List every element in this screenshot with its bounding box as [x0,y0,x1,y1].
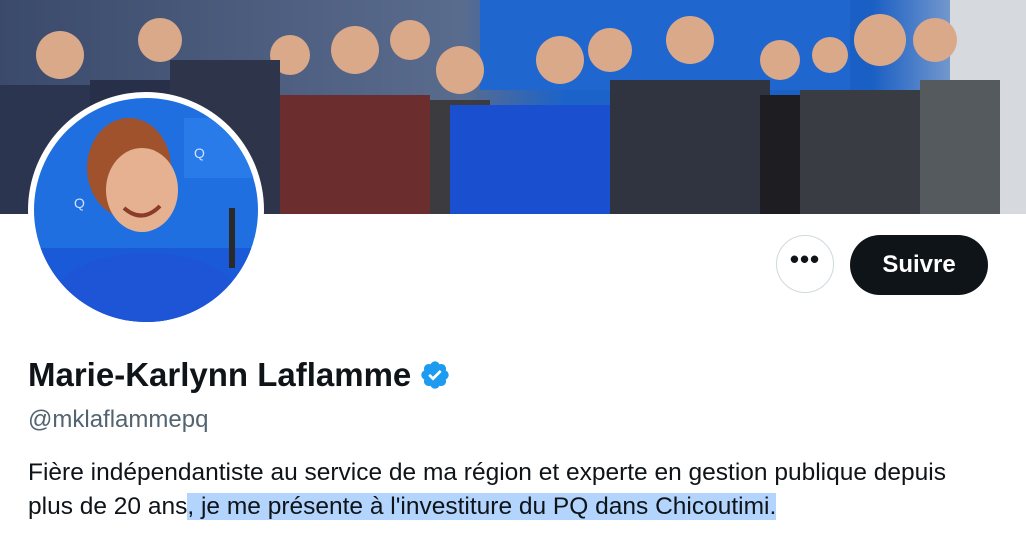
bio-selected-text: , je me présente à l'investiture du PQ d… [187,493,777,520]
avatar-frame[interactable]: Q Q [28,92,264,328]
more-icon: ••• [789,244,821,274]
follow-button[interactable]: Suivre [850,235,988,295]
profile-bio: Fière indépendantiste au service de ma r… [28,456,988,524]
svg-text:Q: Q [74,195,85,211]
more-options-button[interactable]: ••• [776,235,834,293]
profile-name-row: Marie-Karlynn Laflamme [28,356,451,394]
profile-handle: @mklaflammepq [28,406,209,433]
avatar-image: Q Q [34,98,258,322]
svg-text:Q: Q [194,145,205,161]
avatar[interactable]: Q Q [34,98,258,322]
verified-badge-icon[interactable] [419,359,451,391]
profile-name: Marie-Karlynn Laflamme [28,356,412,393]
